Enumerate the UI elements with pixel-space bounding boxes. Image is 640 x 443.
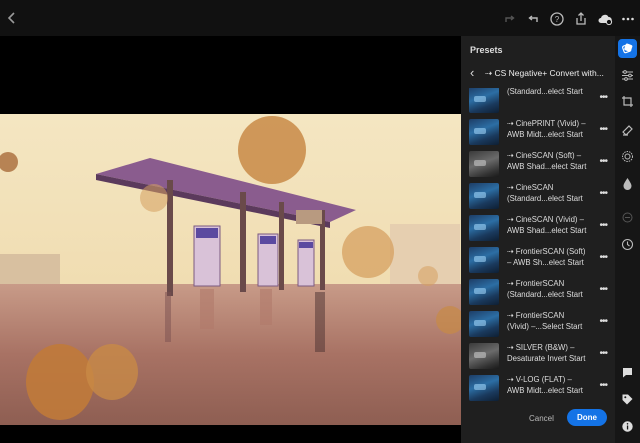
preset-item[interactable]: ⇢ CineSCAN (Vivid) – AWB Shad...elect St… — [461, 212, 615, 244]
preset-group-header[interactable]: ‹ ⇢ CS Negative+ Convert with... — [461, 64, 615, 84]
preset-item[interactable]: ⇢ CinePRINT (Vivid) – AWB Midt...elect S… — [461, 116, 615, 148]
info-icon[interactable] — [618, 417, 637, 436]
edit-sliders-icon[interactable] — [618, 66, 637, 85]
preset-name-line1: ⇢ CineSCAN — [507, 183, 554, 192]
preset-item[interactable]: ⇢ CineSCAN (Standard...elect Start ••• — [461, 180, 615, 212]
panel-title: Presets — [470, 45, 503, 55]
healing-icon[interactable] — [618, 120, 637, 139]
preset-name-line1: ⇢ CinePRINT (Vivid) – — [507, 119, 586, 128]
more-options-icon[interactable]: ••• — [599, 317, 607, 327]
preset-name-line2: – AWB Sh...elect Start — [507, 257, 584, 267]
preset-list: (Standard...elect Start ••• ⇢ CinePRINT … — [461, 88, 615, 418]
presets-panel: Presets ‹ ⇢ CS Negative+ Convert with...… — [461, 36, 615, 443]
versions-icon[interactable] — [618, 208, 637, 227]
preset-thumbnail — [469, 279, 499, 305]
preset-group-label: ⇢ CS Negative+ Convert with... — [485, 68, 604, 78]
preset-item[interactable]: ⇢ FrontierSCAN (Soft) – AWB Sh...elect S… — [461, 244, 615, 276]
svg-text:?: ? — [555, 15, 560, 24]
preset-item[interactable]: ⇢ SILVER (B&W) – Desaturate Invert Start… — [461, 340, 615, 372]
done-button[interactable]: Done — [567, 409, 607, 426]
redo-icon[interactable] — [502, 11, 518, 27]
preset-thumbnail — [469, 88, 499, 113]
more-options-icon[interactable]: ••• — [599, 157, 607, 167]
cloud-sync-icon[interactable] — [597, 11, 613, 27]
preset-name-line2: AWB Midt...elect Start — [507, 385, 583, 395]
preset-name-line1: ⇢ FrontierSCAN — [507, 279, 565, 288]
image-canvas — [0, 36, 461, 443]
geometry-icon[interactable] — [618, 174, 637, 193]
more-options-icon[interactable]: ••• — [599, 189, 607, 199]
cancel-button[interactable]: Cancel — [529, 414, 554, 423]
masking-icon[interactable] — [618, 147, 637, 166]
preset-thumbnail — [469, 311, 499, 337]
preset-thumbnail — [469, 247, 499, 273]
history-icon[interactable] — [618, 235, 637, 254]
more-options-icon[interactable]: ••• — [599, 285, 607, 295]
preset-name-line2: (Vivid) –...Select Start — [507, 321, 583, 331]
help-icon[interactable]: ? — [549, 11, 565, 27]
more-options-icon[interactable]: ••• — [599, 253, 607, 263]
share-icon[interactable] — [573, 11, 589, 27]
preset-item[interactable]: ⇢ CineSCAN (Soft) – AWB Shad...elect Sta… — [461, 148, 615, 180]
preset-thumbnail — [469, 343, 499, 369]
more-icon[interactable] — [620, 11, 636, 27]
more-options-icon[interactable]: ••• — [599, 349, 607, 359]
preset-name-line2: AWB Midt...elect Start — [507, 129, 583, 139]
more-options-icon[interactable]: ••• — [599, 221, 607, 231]
preset-thumbnail — [469, 119, 499, 145]
preset-name-line1: ⇢ SILVER (B&W) – — [507, 343, 575, 352]
back-chevron-icon[interactable] — [4, 10, 20, 26]
preset-item[interactable]: ⇢ FrontierSCAN (Standard...elect Start •… — [461, 276, 615, 308]
preset-name-line2: AWB Shad...elect Start — [507, 225, 587, 235]
tag-icon[interactable] — [618, 390, 637, 409]
undo-icon[interactable] — [525, 11, 541, 27]
photo-preview[interactable] — [0, 114, 461, 425]
preset-thumbnail — [469, 375, 499, 401]
back-chevron-icon[interactable]: ‹ — [470, 66, 474, 80]
more-options-icon[interactable]: ••• — [599, 381, 607, 391]
crop-icon[interactable] — [618, 92, 637, 111]
preset-name-line1: ⇢ CineSCAN (Vivid) – — [507, 215, 585, 224]
preset-thumbnail — [469, 215, 499, 241]
preset-name-line1: ⇢ FrontierSCAN — [507, 311, 565, 320]
top-bar: ? — [0, 0, 640, 36]
preset-item[interactable]: ⇢ FrontierSCAN (Vivid) –...Select Start … — [461, 308, 615, 340]
preset-name-line1: ⇢ CineSCAN (Soft) – — [507, 151, 582, 160]
preset-name-line2: AWB Shad...elect Start — [507, 161, 587, 171]
more-options-icon[interactable]: ••• — [599, 93, 607, 103]
preset-name-line2: (Standard...elect Start — [507, 289, 583, 299]
presets-icon[interactable] — [618, 39, 637, 58]
preset-thumbnail — [469, 183, 499, 209]
more-options-icon[interactable]: ••• — [599, 125, 607, 135]
preset-item[interactable]: ⇢ V-LOG (FLAT) – AWB Midt...elect Start … — [461, 372, 615, 404]
preset-name-line2: (Standard...elect Start — [507, 193, 583, 203]
preset-name-line2: Desaturate Invert Start — [507, 353, 586, 363]
preset-item[interactable]: (Standard...elect Start ••• — [461, 88, 615, 116]
preset-name-line1: ⇢ V-LOG (FLAT) – — [507, 375, 572, 384]
comments-icon[interactable] — [618, 363, 637, 382]
preset-name-line1: (Standard...elect Start — [507, 88, 583, 96]
preset-thumbnail — [469, 151, 499, 177]
preset-name-line1: ⇢ FrontierSCAN (Soft) — [507, 247, 586, 256]
tool-strip — [615, 36, 640, 443]
